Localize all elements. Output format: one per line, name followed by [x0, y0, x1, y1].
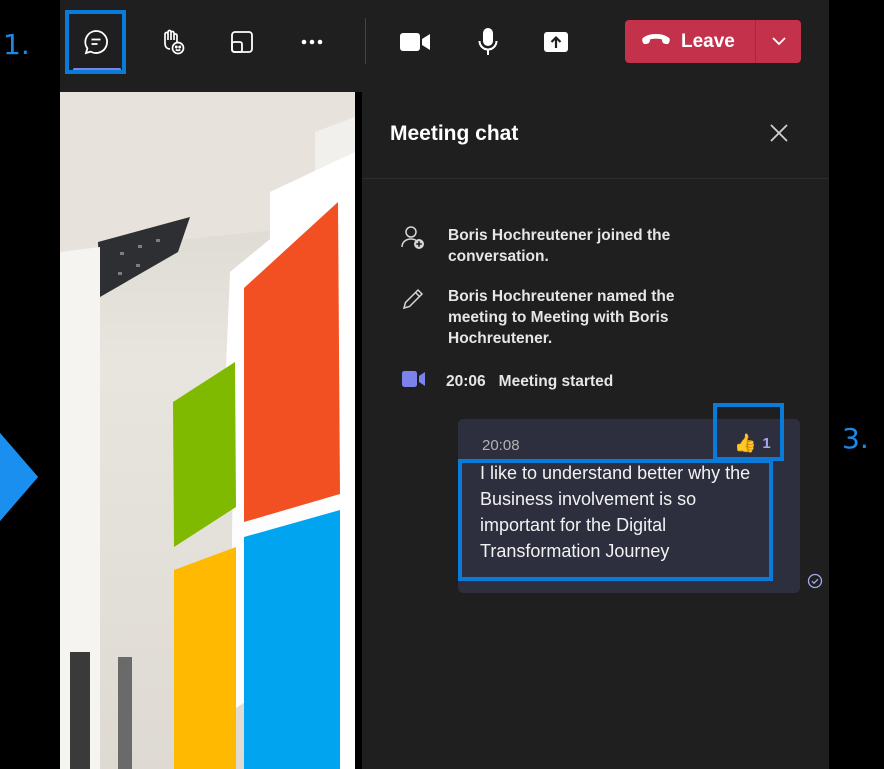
annotation-box-message: [458, 459, 773, 581]
annotation-label-1: 1.: [3, 28, 30, 61]
camera-icon: [402, 370, 426, 393]
pointer-arrow-overlay: [0, 433, 38, 521]
camera-button[interactable]: [393, 20, 437, 64]
leave-main-button[interactable]: Leave: [625, 20, 755, 63]
meeting-started-text: Meeting started: [498, 372, 614, 390]
system-message-renamed: Boris Hochreutener named the meeting to …: [400, 286, 708, 349]
read-receipt-icon: [807, 573, 823, 589]
hang-up-icon: [641, 32, 671, 51]
close-chat-button[interactable]: [766, 120, 792, 146]
share-tray-icon: [229, 29, 255, 55]
system-message-text: Boris Hochreutener named the meeting to …: [448, 288, 675, 347]
annotation-box-reaction: [713, 403, 784, 461]
toolbar-divider: [365, 18, 366, 64]
message-timestamp: 20:08: [482, 437, 520, 454]
leave-label: Leave: [681, 30, 735, 52]
view-button[interactable]: [220, 20, 264, 64]
microphone-icon: [477, 27, 499, 57]
camera-icon: [399, 30, 431, 54]
system-message-text: Boris Hochreutener joined the conversati…: [448, 227, 671, 265]
microphone-button[interactable]: [466, 20, 510, 64]
annotation-label-3: 3.: [842, 422, 869, 455]
system-message-joined: Boris Hochreutener joined the conversati…: [400, 225, 708, 267]
close-icon: [766, 124, 792, 150]
chat-title: Meeting chat: [390, 122, 519, 145]
chat-header: Meeting chat: [362, 92, 829, 179]
more-icon: [301, 39, 323, 45]
meeting-started-row: 20:06 Meeting started: [402, 370, 613, 393]
leave-options-button[interactable]: [756, 20, 801, 63]
office-wall-image: [60, 92, 355, 769]
share-screen-icon: [543, 30, 569, 54]
annotation-box-chat: [65, 10, 126, 74]
share-screen-button[interactable]: [534, 20, 578, 64]
pencil-icon: [400, 286, 426, 312]
meeting-started-time: 20:06: [446, 372, 486, 390]
chevron-down-icon: [771, 33, 787, 51]
react-button[interactable]: [150, 20, 194, 64]
person-add-icon: [400, 225, 426, 251]
raise-hand-react-icon: [158, 28, 186, 56]
meeting-toolbar: Leave: [60, 0, 829, 92]
more-options-button[interactable]: [290, 20, 334, 64]
video-feed: [60, 92, 355, 769]
leave-button[interactable]: Leave: [625, 20, 801, 63]
